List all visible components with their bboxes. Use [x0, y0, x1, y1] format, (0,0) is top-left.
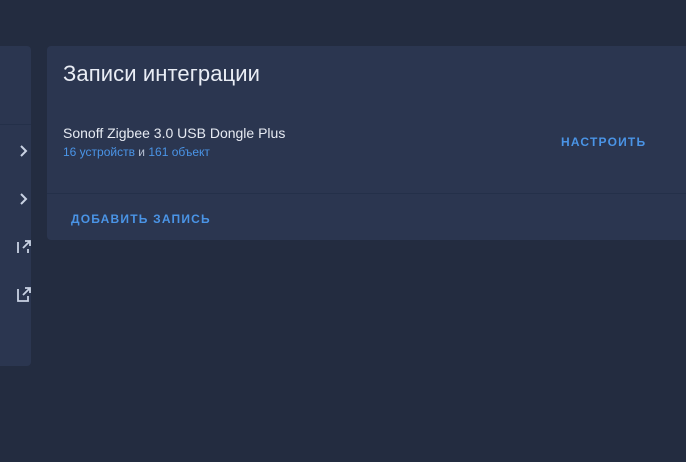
left-card-divider: [0, 124, 31, 125]
add-entry-button[interactable]: ДОБАВИТЬ ЗАПИСЬ: [65, 210, 217, 228]
card-divider: [47, 193, 686, 194]
links-connector: и: [134, 145, 149, 159]
chevron-right-icon[interactable]: [17, 144, 31, 158]
configure-button[interactable]: НАСТРОИТЬ: [555, 133, 652, 151]
devices-link[interactable]: 16 устройств: [63, 145, 135, 159]
entry-links: 16 устройств и 161 объект: [63, 145, 210, 159]
entry-name: Sonoff Zigbee 3.0 USB Dongle Plus: [63, 125, 286, 141]
chevron-right-icon[interactable]: [17, 192, 31, 206]
card-title: Записи интеграции: [63, 61, 261, 86]
integration-entries-card: Записи интеграции Sonoff Zigbee 3.0 USB …: [47, 46, 686, 240]
entities-link[interactable]: 161 объект: [148, 145, 210, 159]
page: Записи интеграции Sonoff Zigbee 3.0 USB …: [0, 0, 686, 462]
left-menu-card: [0, 46, 31, 366]
open-in-new-icon[interactable]: [17, 286, 31, 302]
open-in-new-icon[interactable]: [17, 239, 31, 253]
